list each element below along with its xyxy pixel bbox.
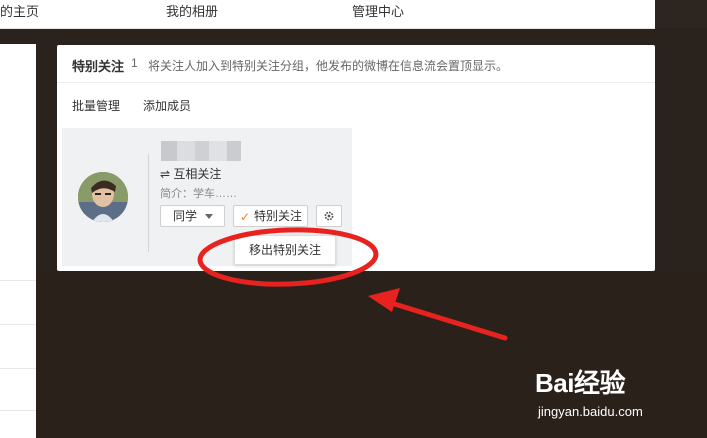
nav-home[interactable]: 的主页	[0, 1, 39, 20]
panel-header: 特别关注 1 将关注人加入到特别关注分组，他发布的微博在信息流会置顶显示。	[57, 45, 655, 83]
panel-description: 将关注人加入到特别关注分组，他发布的微博在信息流会置顶显示。	[148, 59, 509, 73]
divider	[0, 368, 36, 369]
relation-status: ⇌ 互相关注	[160, 165, 221, 182]
group-label: 同学	[173, 209, 198, 223]
follow-count: 1	[131, 56, 138, 70]
avatar-photo	[78, 172, 128, 222]
blurred-username[interactable]	[161, 141, 241, 161]
divider	[0, 324, 36, 325]
divider	[0, 410, 36, 411]
user-bio: 简介：学车……	[160, 188, 237, 200]
check-icon: ✓	[240, 210, 251, 224]
watermark-logo: Bai经验	[535, 363, 625, 400]
mutual-arrows-icon: ⇌	[160, 167, 171, 181]
caret-down-icon	[205, 214, 213, 219]
relation-label: 互相关注	[173, 167, 222, 181]
gear-icon	[324, 211, 334, 221]
watermark-brand: Bai经验	[535, 368, 625, 398]
top-nav: 的主页 我的相册 管理中心	[0, 0, 655, 29]
card-divider	[148, 154, 149, 252]
left-sidebar	[0, 44, 36, 438]
add-member-link[interactable]: 添加成员	[143, 97, 191, 114]
panel-title: 特别关注	[72, 59, 125, 74]
dark-corner	[655, 0, 707, 28]
watermark-url: jingyan.baidu.com	[538, 404, 643, 419]
settings-button[interactable]	[316, 205, 342, 227]
nav-management[interactable]: 管理中心	[352, 1, 404, 20]
avatar[interactable]	[78, 172, 128, 222]
group-select-button[interactable]: 同学	[160, 205, 225, 227]
nav-album[interactable]: 我的相册	[166, 1, 218, 20]
special-follow-button[interactable]: ✓ 特别关注	[233, 205, 308, 227]
special-follow-panel: 特别关注 1 将关注人加入到特别关注分组，他发布的微博在信息流会置顶显示。 批量…	[57, 45, 655, 271]
special-follow-label: 特别关注	[254, 209, 303, 223]
batch-manage-link[interactable]: 批量管理	[72, 97, 120, 114]
divider	[0, 280, 36, 281]
panel-toolbar: 批量管理 添加成员	[57, 83, 655, 125]
remove-special-follow-option[interactable]: 移出特别关注	[234, 235, 336, 265]
